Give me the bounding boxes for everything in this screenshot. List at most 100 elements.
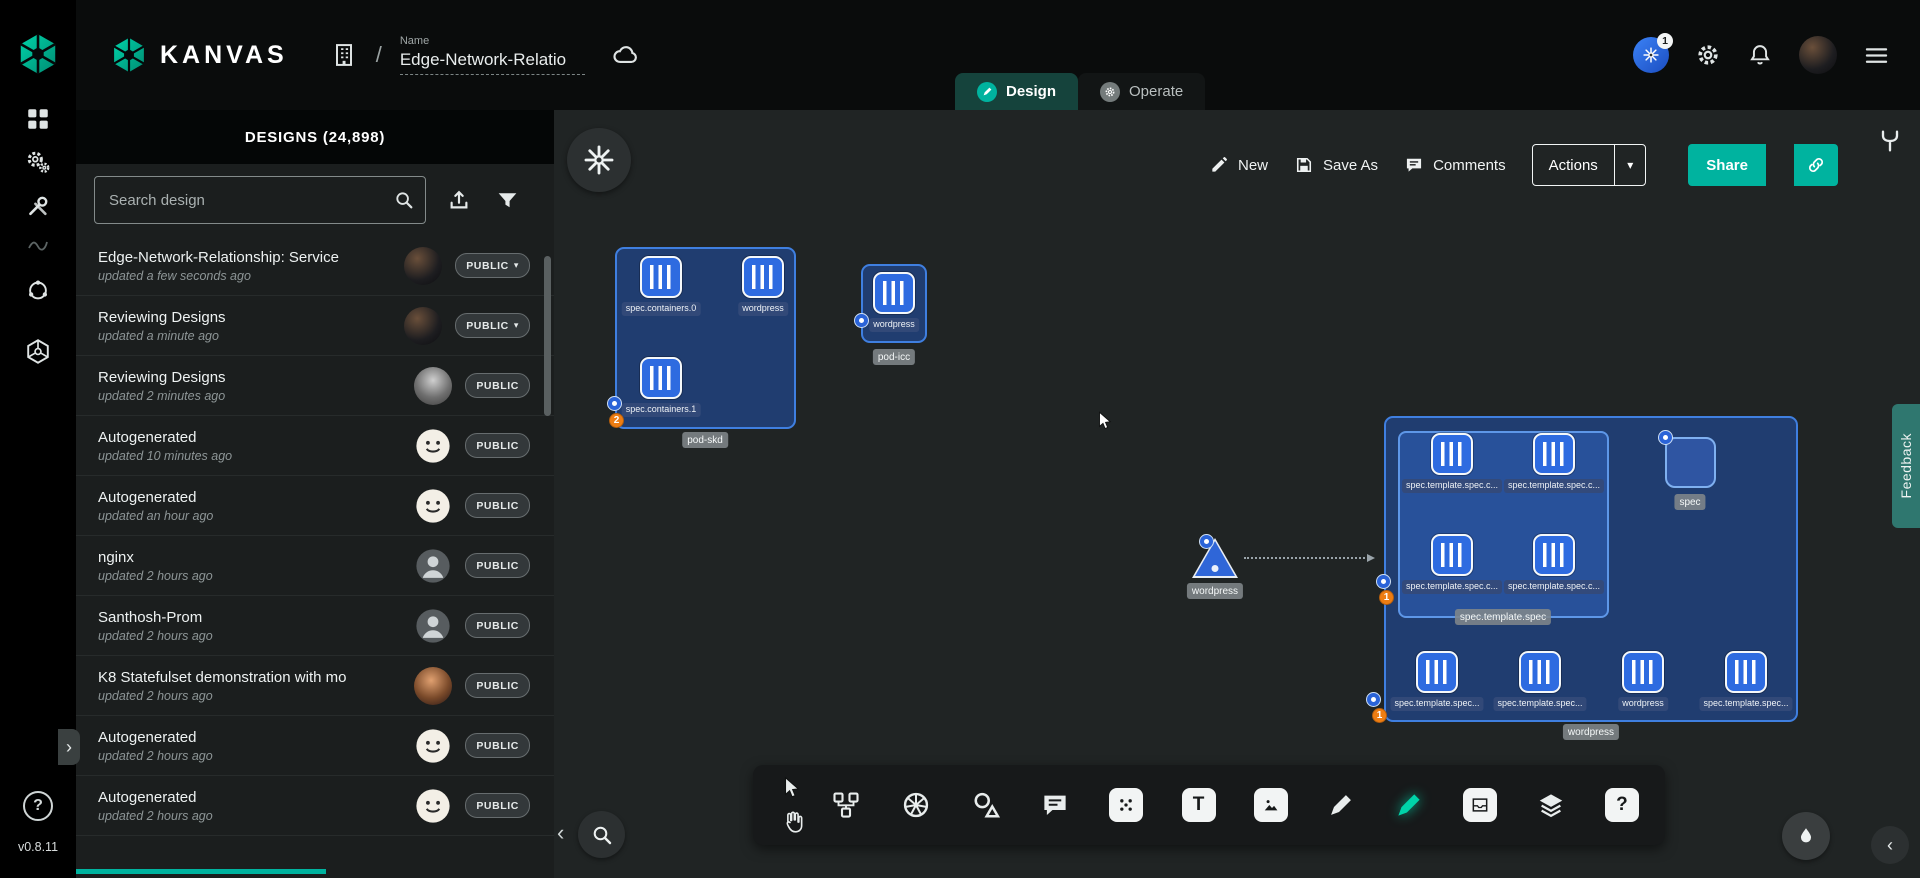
design-name-input[interactable] bbox=[400, 50, 585, 75]
select-tool-cursor-icon[interactable] bbox=[779, 775, 805, 801]
design-author-avatar bbox=[414, 367, 452, 405]
versions-branch-icon[interactable] bbox=[1876, 127, 1904, 155]
sidebar-expand-button[interactable]: › bbox=[58, 729, 80, 765]
ink-droplet-button[interactable] bbox=[1782, 812, 1830, 860]
dice-tool-icon[interactable] bbox=[1109, 788, 1143, 822]
bell-icon[interactable] bbox=[1747, 42, 1773, 68]
caret-down-icon[interactable]: ▾ bbox=[1615, 158, 1645, 172]
collapse-right-button[interactable]: ‹ bbox=[1871, 826, 1909, 864]
container-node[interactable] bbox=[742, 256, 784, 298]
visibility-badge[interactable]: PUBLIC ▾ bbox=[455, 313, 530, 338]
container-node[interactable] bbox=[1622, 651, 1664, 693]
meshery-notifications-button[interactable]: 1 bbox=[1633, 37, 1669, 73]
design-updated: updated 2 hours ago bbox=[98, 569, 401, 583]
zoom-button[interactable] bbox=[578, 811, 625, 858]
search-input[interactable] bbox=[109, 192, 383, 209]
cloud-sync-icon[interactable] bbox=[611, 40, 641, 70]
filter-button[interactable] bbox=[492, 185, 522, 215]
share-button[interactable]: Share bbox=[1688, 144, 1766, 186]
design-updated: updated 2 hours ago bbox=[98, 689, 401, 703]
node-label: spec.containers.1 bbox=[622, 403, 701, 417]
dashboard-icon[interactable] bbox=[25, 106, 51, 132]
subgroup-label: spec.template.spec bbox=[1455, 609, 1551, 625]
kanvas-logo-icon[interactable] bbox=[16, 32, 60, 76]
container-node[interactable] bbox=[640, 256, 682, 298]
notification-count-badge: 1 bbox=[1657, 33, 1673, 49]
link-icon bbox=[1806, 155, 1826, 175]
design-list-item[interactable]: nginx updated 2 hours ago PUBLIC bbox=[76, 536, 554, 596]
container-node[interactable] bbox=[1431, 433, 1473, 475]
workspace-icon[interactable] bbox=[330, 41, 358, 69]
kubernetes-anchor-badge bbox=[1376, 574, 1391, 589]
design-author-avatar bbox=[414, 427, 452, 465]
lifecycle-icon[interactable] bbox=[25, 277, 52, 304]
performance-icon[interactable] bbox=[26, 233, 50, 257]
design-list-item[interactable]: Reviewing Designs updated a minute ago P… bbox=[76, 296, 554, 356]
hamburger-menu-icon[interactable] bbox=[1863, 42, 1890, 69]
designs-panel: DESIGNS (24,898) Edge-Network-Relationsh… bbox=[76, 110, 554, 878]
container-node[interactable] bbox=[1533, 433, 1575, 475]
design-list-item[interactable]: Autogenerated updated an hour ago PUBLIC bbox=[76, 476, 554, 536]
app-version: v0.8.11 bbox=[18, 840, 58, 854]
design-list-item[interactable]: Autogenerated updated 2 hours ago PUBLIC bbox=[76, 776, 554, 836]
import-design-button[interactable] bbox=[444, 185, 474, 215]
design-canvas[interactable]: New Save As Comments Actions ▾ Share Fee… bbox=[554, 110, 1920, 878]
node-label: spec bbox=[1674, 494, 1705, 510]
container-node[interactable] bbox=[1725, 651, 1767, 693]
visibility-badge: PUBLIC bbox=[465, 373, 530, 398]
top-header: KANVAS / Name Design Operate 1 bbox=[76, 0, 1920, 110]
panel-scrollbar[interactable] bbox=[544, 256, 551, 416]
design-list-item[interactable]: Edge-Network-Relationship: Service updat… bbox=[76, 236, 554, 296]
layers-tool-icon[interactable] bbox=[1536, 790, 1566, 820]
design-list-item[interactable]: Autogenerated updated 2 hours ago PUBLIC bbox=[76, 716, 554, 776]
copy-link-button[interactable] bbox=[1794, 144, 1838, 186]
spec-node[interactable] bbox=[1665, 437, 1716, 488]
help-tool-icon[interactable]: ? bbox=[1605, 788, 1639, 822]
container-node[interactable] bbox=[873, 272, 915, 314]
toolkit-icon[interactable] bbox=[25, 193, 51, 219]
node-label: spec.template.spec... bbox=[1390, 697, 1483, 711]
save-as-button[interactable]: Save As bbox=[1294, 155, 1378, 175]
kanvas-nav-icon[interactable] bbox=[25, 338, 52, 365]
relationship-edge[interactable] bbox=[1244, 557, 1372, 559]
kubernetes-tool-icon[interactable] bbox=[900, 789, 932, 821]
sketch-pen-tool-icon[interactable] bbox=[1394, 790, 1424, 820]
droplet-icon bbox=[1795, 825, 1817, 847]
comment-tool-icon[interactable] bbox=[1040, 790, 1070, 820]
container-node[interactable] bbox=[1416, 651, 1458, 693]
shapes-tool-icon[interactable] bbox=[971, 790, 1001, 820]
pan-tool-hand-icon[interactable] bbox=[779, 809, 805, 835]
tab-operate[interactable]: Operate bbox=[1078, 73, 1205, 110]
container-node[interactable] bbox=[640, 357, 682, 399]
pen-tool-icon[interactable] bbox=[1327, 791, 1355, 819]
name-label: Name bbox=[400, 35, 585, 47]
issue-count-badge: 1 bbox=[1372, 708, 1387, 723]
design-list-item[interactable]: Santhosh-Prom updated 2 hours ago PUBLIC bbox=[76, 596, 554, 656]
gear-icon[interactable] bbox=[1695, 42, 1721, 68]
tab-design[interactable]: Design bbox=[955, 73, 1078, 110]
pencil-icon bbox=[1209, 155, 1229, 175]
design-list-item[interactable]: Autogenerated updated 10 minutes ago PUB… bbox=[76, 416, 554, 476]
text-tool-icon[interactable]: T bbox=[1182, 788, 1216, 822]
feedback-tab[interactable]: Feedback bbox=[1892, 404, 1920, 528]
visibility-badge[interactable]: PUBLIC ▾ bbox=[455, 253, 530, 278]
user-avatar[interactable] bbox=[1799, 36, 1837, 74]
collapse-panel-chevron[interactable]: ‹ bbox=[557, 820, 564, 846]
container-node[interactable] bbox=[1519, 651, 1561, 693]
container-node[interactable] bbox=[1431, 534, 1473, 576]
operate-tab-icon bbox=[1100, 82, 1120, 102]
container-node[interactable] bbox=[1533, 534, 1575, 576]
media-tool-icon[interactable] bbox=[1254, 788, 1288, 822]
new-button[interactable]: New bbox=[1209, 155, 1268, 175]
group-label: wordpress bbox=[1563, 724, 1619, 740]
help-button[interactable]: ? bbox=[23, 791, 53, 821]
comments-button[interactable]: Comments bbox=[1404, 155, 1506, 175]
design-list-item[interactable]: Reviewing Designs updated 2 minutes ago … bbox=[76, 356, 554, 416]
deployment-group-node[interactable]: spec.template.spec.c... spec.template.sp… bbox=[1384, 416, 1798, 722]
meshery-dock-button[interactable] bbox=[567, 128, 631, 192]
flow-tool-icon[interactable] bbox=[831, 790, 861, 820]
actions-button[interactable]: Actions ▾ bbox=[1532, 144, 1647, 186]
settings-gears-icon[interactable] bbox=[25, 149, 51, 175]
drawer-tool-icon[interactable] bbox=[1463, 788, 1497, 822]
design-list-item[interactable]: K8 Statefulset demonstration with mo upd… bbox=[76, 656, 554, 716]
